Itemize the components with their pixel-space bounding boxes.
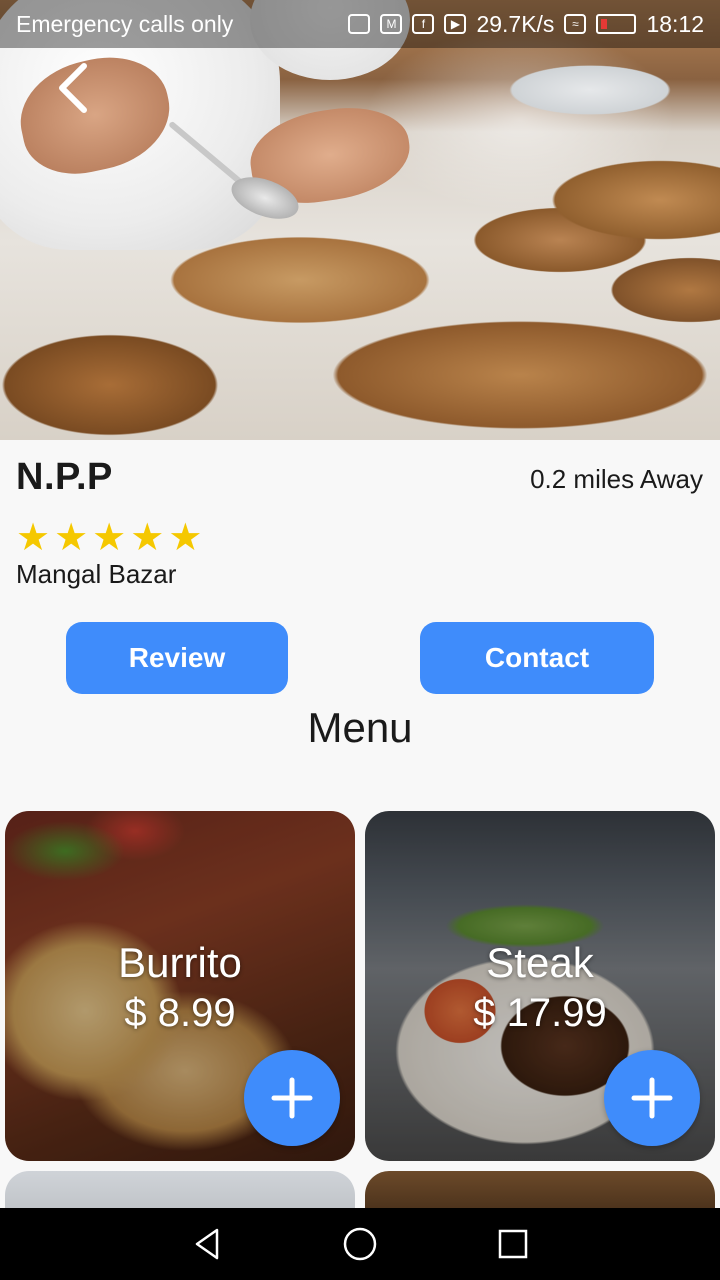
nav-home-button[interactable] bbox=[340, 1224, 380, 1264]
restaurant-hero-image bbox=[0, 0, 720, 440]
battery-icon bbox=[596, 14, 637, 34]
nav-recents-button[interactable] bbox=[493, 1224, 533, 1264]
chevron-left-icon bbox=[59, 63, 87, 113]
notification-icon bbox=[348, 14, 371, 34]
add-to-cart-button[interactable] bbox=[244, 1050, 340, 1146]
menu-item-price: $ 8.99 bbox=[124, 991, 236, 1035]
menu-title: Menu bbox=[307, 704, 413, 751]
restaurant-distance: 0.2 miles Away bbox=[530, 464, 703, 494]
system-navigation-bar bbox=[0, 1208, 720, 1280]
wifi-icon: ≈ bbox=[564, 14, 587, 34]
back-triangle-icon bbox=[195, 1228, 218, 1260]
menu-card-steak[interactable]: Steak $ 17.99 bbox=[365, 811, 715, 1161]
star-icon: ★ bbox=[92, 517, 127, 559]
star-icon: ★ bbox=[16, 517, 51, 559]
network-speed: 29.7K/s bbox=[476, 10, 555, 37]
restaurant-address: Mangal Bazar bbox=[16, 559, 177, 589]
star-icon: ★ bbox=[130, 517, 165, 559]
menu-card-burrito[interactable]: Burrito $ 8.99 bbox=[5, 811, 355, 1161]
star-icon: ★ bbox=[54, 517, 89, 559]
back-button[interactable] bbox=[52, 60, 100, 116]
rating-stars: ★ ★ ★ ★ ★ bbox=[16, 518, 202, 558]
recents-square-icon bbox=[499, 1229, 528, 1259]
menu-item-price: $ 17.99 bbox=[473, 991, 607, 1035]
menu-item-name: Steak bbox=[486, 939, 594, 986]
status-bar: Emergency calls only M f ▶ 29.7K/s ≈ 18:… bbox=[0, 0, 720, 48]
facebook-icon: f bbox=[412, 14, 435, 34]
mail-icon: M bbox=[380, 14, 403, 34]
menu-item-name: Burrito bbox=[118, 939, 242, 986]
contact-button[interactable]: Contact bbox=[420, 622, 654, 694]
add-to-cart-button[interactable] bbox=[604, 1050, 700, 1146]
restaurant-name: N.P.P bbox=[16, 456, 113, 498]
youtube-icon: ▶ bbox=[444, 14, 467, 34]
status-icons: M f ▶ 29.7K/s ≈ 18:12 bbox=[348, 11, 704, 38]
review-button[interactable]: Review bbox=[66, 622, 288, 694]
home-circle-icon bbox=[343, 1227, 377, 1261]
nav-back-button[interactable] bbox=[187, 1224, 227, 1264]
plus-icon bbox=[271, 1077, 313, 1119]
status-carrier: Emergency calls only bbox=[16, 10, 234, 37]
plus-icon bbox=[631, 1077, 673, 1119]
star-icon: ★ bbox=[168, 517, 203, 559]
status-time: 18:12 bbox=[646, 10, 704, 37]
